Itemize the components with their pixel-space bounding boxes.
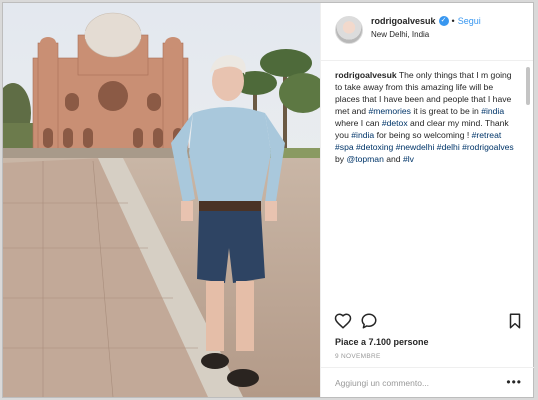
mention-link[interactable]: @topman xyxy=(346,154,383,164)
follow-button[interactable]: Segui xyxy=(458,15,481,27)
likes-count[interactable]: Piace a 7.100 persone xyxy=(335,337,429,347)
caption-text: and xyxy=(383,154,403,164)
caption-scrollbar[interactable] xyxy=(526,67,530,105)
caption-text: it is great to be in xyxy=(410,106,482,116)
hashtag-link[interactable]: #india xyxy=(351,130,374,140)
comment-field[interactable]: Aggiungi un commento... ••• xyxy=(321,367,534,397)
post-photo[interactable] xyxy=(3,3,320,397)
separator-dot: • xyxy=(451,16,455,26)
hashtag-link[interactable]: #detoxing xyxy=(356,142,393,152)
comment-placeholder: Aggiungi un commento... xyxy=(335,378,430,388)
post-caption: rodrigoalvesuk The only things that I m … xyxy=(321,61,533,306)
post-photo-image xyxy=(3,3,320,397)
hashtag-link[interactable]: #delhi xyxy=(437,142,460,152)
hashtag-link[interactable]: #spa xyxy=(335,142,354,152)
post-header: rodrigoalvesuk ✓ • Segui New Delhi, Indi… xyxy=(321,3,533,61)
more-options-icon[interactable]: ••• xyxy=(506,375,522,389)
hashtag-link[interactable]: #memories xyxy=(368,106,411,116)
location-link[interactable]: New Delhi, India xyxy=(371,29,481,40)
post-header-text: rodrigoalvesuk ✓ • Segui New Delhi, Indi… xyxy=(371,15,481,40)
caption-text: where I can xyxy=(335,118,382,128)
post-actions-bar xyxy=(334,312,524,330)
instagram-post-window: rodrigoalvesuk ✓ • Segui New Delhi, Indi… xyxy=(2,2,534,398)
avatar[interactable] xyxy=(335,16,363,44)
caption-author-link[interactable]: rodrigoalvesuk xyxy=(335,70,397,80)
heart-icon[interactable] xyxy=(334,312,352,330)
hashtag-link[interactable]: #rodrigoalves xyxy=(462,142,514,152)
hashtag-link[interactable]: #lv xyxy=(403,154,414,164)
hashtag-link[interactable]: #retreat xyxy=(472,130,502,140)
hashtag-link[interactable]: #india xyxy=(481,106,504,116)
post-header-row: rodrigoalvesuk ✓ • Segui xyxy=(371,15,481,27)
verified-badge-icon: ✓ xyxy=(438,16,449,26)
bookmark-icon[interactable] xyxy=(506,312,524,330)
hashtag-link[interactable]: #detox xyxy=(382,118,408,128)
caption-text: by xyxy=(335,154,347,164)
caption-text: for being so welcoming ! xyxy=(374,130,472,140)
post-date[interactable]: 9 NOVEMBRE xyxy=(335,353,381,360)
hashtag-link[interactable]: #newdelhi xyxy=(396,142,435,152)
post-details-panel: rodrigoalvesuk ✓ • Segui New Delhi, Indi… xyxy=(320,3,534,397)
comment-bubble-icon[interactable] xyxy=(360,312,378,330)
username-link[interactable]: rodrigoalvesuk xyxy=(371,15,436,27)
